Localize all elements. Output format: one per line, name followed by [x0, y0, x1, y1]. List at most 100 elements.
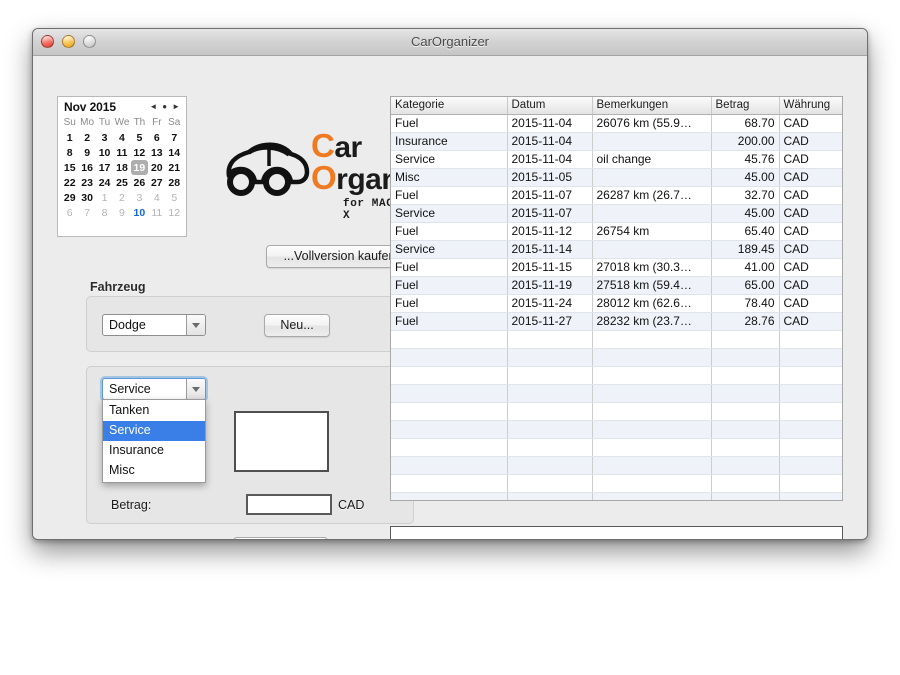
table-row-empty[interactable]: [391, 420, 843, 438]
table-header-bemerkungen[interactable]: Bemerkungen: [592, 97, 711, 114]
table-row-empty[interactable]: [391, 366, 843, 384]
date-picker-calendar[interactable]: Nov 2015 ◄ ● ► SuMoTuWeThFrSa 1234567891…: [57, 96, 187, 237]
calendar-day-1[interactable]: 1: [96, 190, 113, 205]
calendar-day-12[interactable]: 12: [131, 145, 148, 160]
calendar-prev-icon[interactable]: ◄: [149, 103, 157, 111]
cell-waehrung: CAD: [779, 168, 843, 186]
calendar-day-5[interactable]: 5: [131, 130, 148, 145]
cell-waehrung: CAD: [779, 258, 843, 276]
calendar-day-23[interactable]: 23: [78, 175, 95, 190]
calendar-nav[interactable]: ◄ ● ►: [149, 103, 180, 111]
calendar-day-3[interactable]: 3: [96, 130, 113, 145]
table-row[interactable]: Service2015-11-14189.45CAD: [391, 240, 843, 258]
calendar-next-icon[interactable]: ►: [172, 103, 180, 111]
calendar-day-13[interactable]: 13: [148, 145, 165, 160]
calendar-day-9[interactable]: 9: [78, 145, 95, 160]
table-row[interactable]: Service2015-11-04oil change45.76CAD: [391, 150, 843, 168]
table-header-datum[interactable]: Datum: [507, 97, 592, 114]
calendar-day-rows[interactable]: 1234567891011121314151617181920212223242…: [61, 130, 183, 220]
add-entry-button[interactable]: Hinzufügen: [233, 537, 328, 540]
table-row-empty[interactable]: [391, 438, 843, 456]
calendar-day-10[interactable]: 10: [131, 205, 148, 220]
table-header-row[interactable]: KategorieDatumBemerkungenBetragWährung: [391, 97, 843, 114]
calendar-day-19[interactable]: 19: [131, 160, 148, 175]
table-row-empty[interactable]: [391, 348, 843, 366]
calendar-day-26[interactable]: 26: [131, 175, 148, 190]
table-row[interactable]: Fuel2015-11-0726287 km (26.7…32.70CAD: [391, 186, 843, 204]
table-row-empty[interactable]: [391, 474, 843, 492]
calendar-day-14[interactable]: 14: [166, 145, 183, 160]
calendar-day-4[interactable]: 4: [148, 190, 165, 205]
calendar-day-4[interactable]: 4: [113, 130, 130, 145]
calendar-day-5[interactable]: 5: [166, 190, 183, 205]
vehicle-select[interactable]: Dodge: [102, 314, 206, 336]
calendar-day-11[interactable]: 11: [113, 145, 130, 160]
calendar-week-row: 1234567: [61, 130, 183, 145]
table-row[interactable]: Misc2015-11-0545.00CAD: [391, 168, 843, 186]
calendar-day-21[interactable]: 21: [166, 160, 183, 175]
calendar-day-29[interactable]: 29: [61, 190, 78, 205]
calendar-day-10[interactable]: 10: [96, 145, 113, 160]
table-row[interactable]: Service2015-11-0745.00CAD: [391, 204, 843, 222]
calendar-day-27[interactable]: 27: [148, 175, 165, 190]
amount-input[interactable]: [246, 494, 332, 515]
category-select[interactable]: Service: [102, 378, 206, 400]
table-row[interactable]: Insurance2015-11-04200.00CAD: [391, 132, 843, 150]
photo-preview-box[interactable]: [234, 411, 329, 472]
category-dropdown-menu[interactable]: TankenServiceInsuranceMisc: [102, 399, 206, 483]
calendar-day-12[interactable]: 12: [166, 205, 183, 220]
table-row[interactable]: Fuel2015-11-2428012 km (62.6…78.40CAD: [391, 294, 843, 312]
calendar-today-icon[interactable]: ●: [162, 103, 167, 111]
table-row-empty[interactable]: [391, 402, 843, 420]
calendar-day-9[interactable]: 9: [113, 205, 130, 220]
calendar-day-1[interactable]: 1: [61, 130, 78, 145]
calendar-day-17[interactable]: 17: [96, 160, 113, 175]
table-row-empty[interactable]: [391, 384, 843, 402]
calendar-day-20[interactable]: 20: [148, 160, 165, 175]
table-body[interactable]: Fuel2015-11-0426076 km (55.9…68.70CADIns…: [391, 114, 843, 501]
table-row[interactable]: Fuel2015-11-1226754 km65.40CAD: [391, 222, 843, 240]
category-option-misc[interactable]: Misc: [103, 461, 205, 481]
calendar-day-8[interactable]: 8: [61, 145, 78, 160]
table-row-empty[interactable]: [391, 330, 843, 348]
calendar-day-30[interactable]: 30: [78, 190, 95, 205]
table-row[interactable]: Fuel2015-11-2728232 km (23.7…28.76CAD: [391, 312, 843, 330]
calendar-day-24[interactable]: 24: [96, 175, 113, 190]
notes-input[interactable]: [390, 526, 843, 540]
new-vehicle-button[interactable]: Neu...: [264, 314, 330, 337]
cell-empty: [507, 456, 592, 474]
calendar-day-18[interactable]: 18: [113, 160, 130, 175]
calendar-day-7[interactable]: 7: [78, 205, 95, 220]
category-option-service[interactable]: Service: [103, 421, 205, 441]
calendar-day-6[interactable]: 6: [61, 205, 78, 220]
table-row-empty[interactable]: [391, 456, 843, 474]
cell-empty: [592, 474, 711, 492]
calendar-day-3[interactable]: 3: [131, 190, 148, 205]
calendar-day-7[interactable]: 7: [166, 130, 183, 145]
table-row[interactable]: Fuel2015-11-1527018 km (30.3…41.00CAD: [391, 258, 843, 276]
table-header-kategorie[interactable]: Kategorie: [391, 97, 507, 114]
table-row[interactable]: Fuel2015-11-0426076 km (55.9…68.70CAD: [391, 114, 843, 132]
calendar-day-6[interactable]: 6: [148, 130, 165, 145]
calendar-day-2[interactable]: 2: [113, 190, 130, 205]
cell-waehrung: CAD: [779, 276, 843, 294]
category-option-tanken[interactable]: Tanken: [103, 401, 205, 421]
calendar-day-28[interactable]: 28: [166, 175, 183, 190]
calendar-day-2[interactable]: 2: [78, 130, 95, 145]
cell-empty: [507, 348, 592, 366]
cell-kategorie: Service: [391, 204, 507, 222]
calendar-day-8[interactable]: 8: [96, 205, 113, 220]
calendar-day-25[interactable]: 25: [113, 175, 130, 190]
table-row-empty[interactable]: [391, 492, 843, 501]
calendar-day-15[interactable]: 15: [61, 160, 78, 175]
table-row[interactable]: Fuel2015-11-1927518 km (59.4…65.00CAD: [391, 276, 843, 294]
cell-bemerkungen: [592, 132, 711, 150]
calendar-day-16[interactable]: 16: [78, 160, 95, 175]
cell-datum: 2015-11-07: [507, 204, 592, 222]
calendar-day-22[interactable]: 22: [61, 175, 78, 190]
category-option-insurance[interactable]: Insurance: [103, 441, 205, 461]
table-header-währung[interactable]: Währung: [779, 97, 843, 114]
table-header-betrag[interactable]: Betrag: [711, 97, 779, 114]
entries-table[interactable]: KategorieDatumBemerkungenBetragWährung F…: [390, 96, 843, 501]
calendar-day-11[interactable]: 11: [148, 205, 165, 220]
